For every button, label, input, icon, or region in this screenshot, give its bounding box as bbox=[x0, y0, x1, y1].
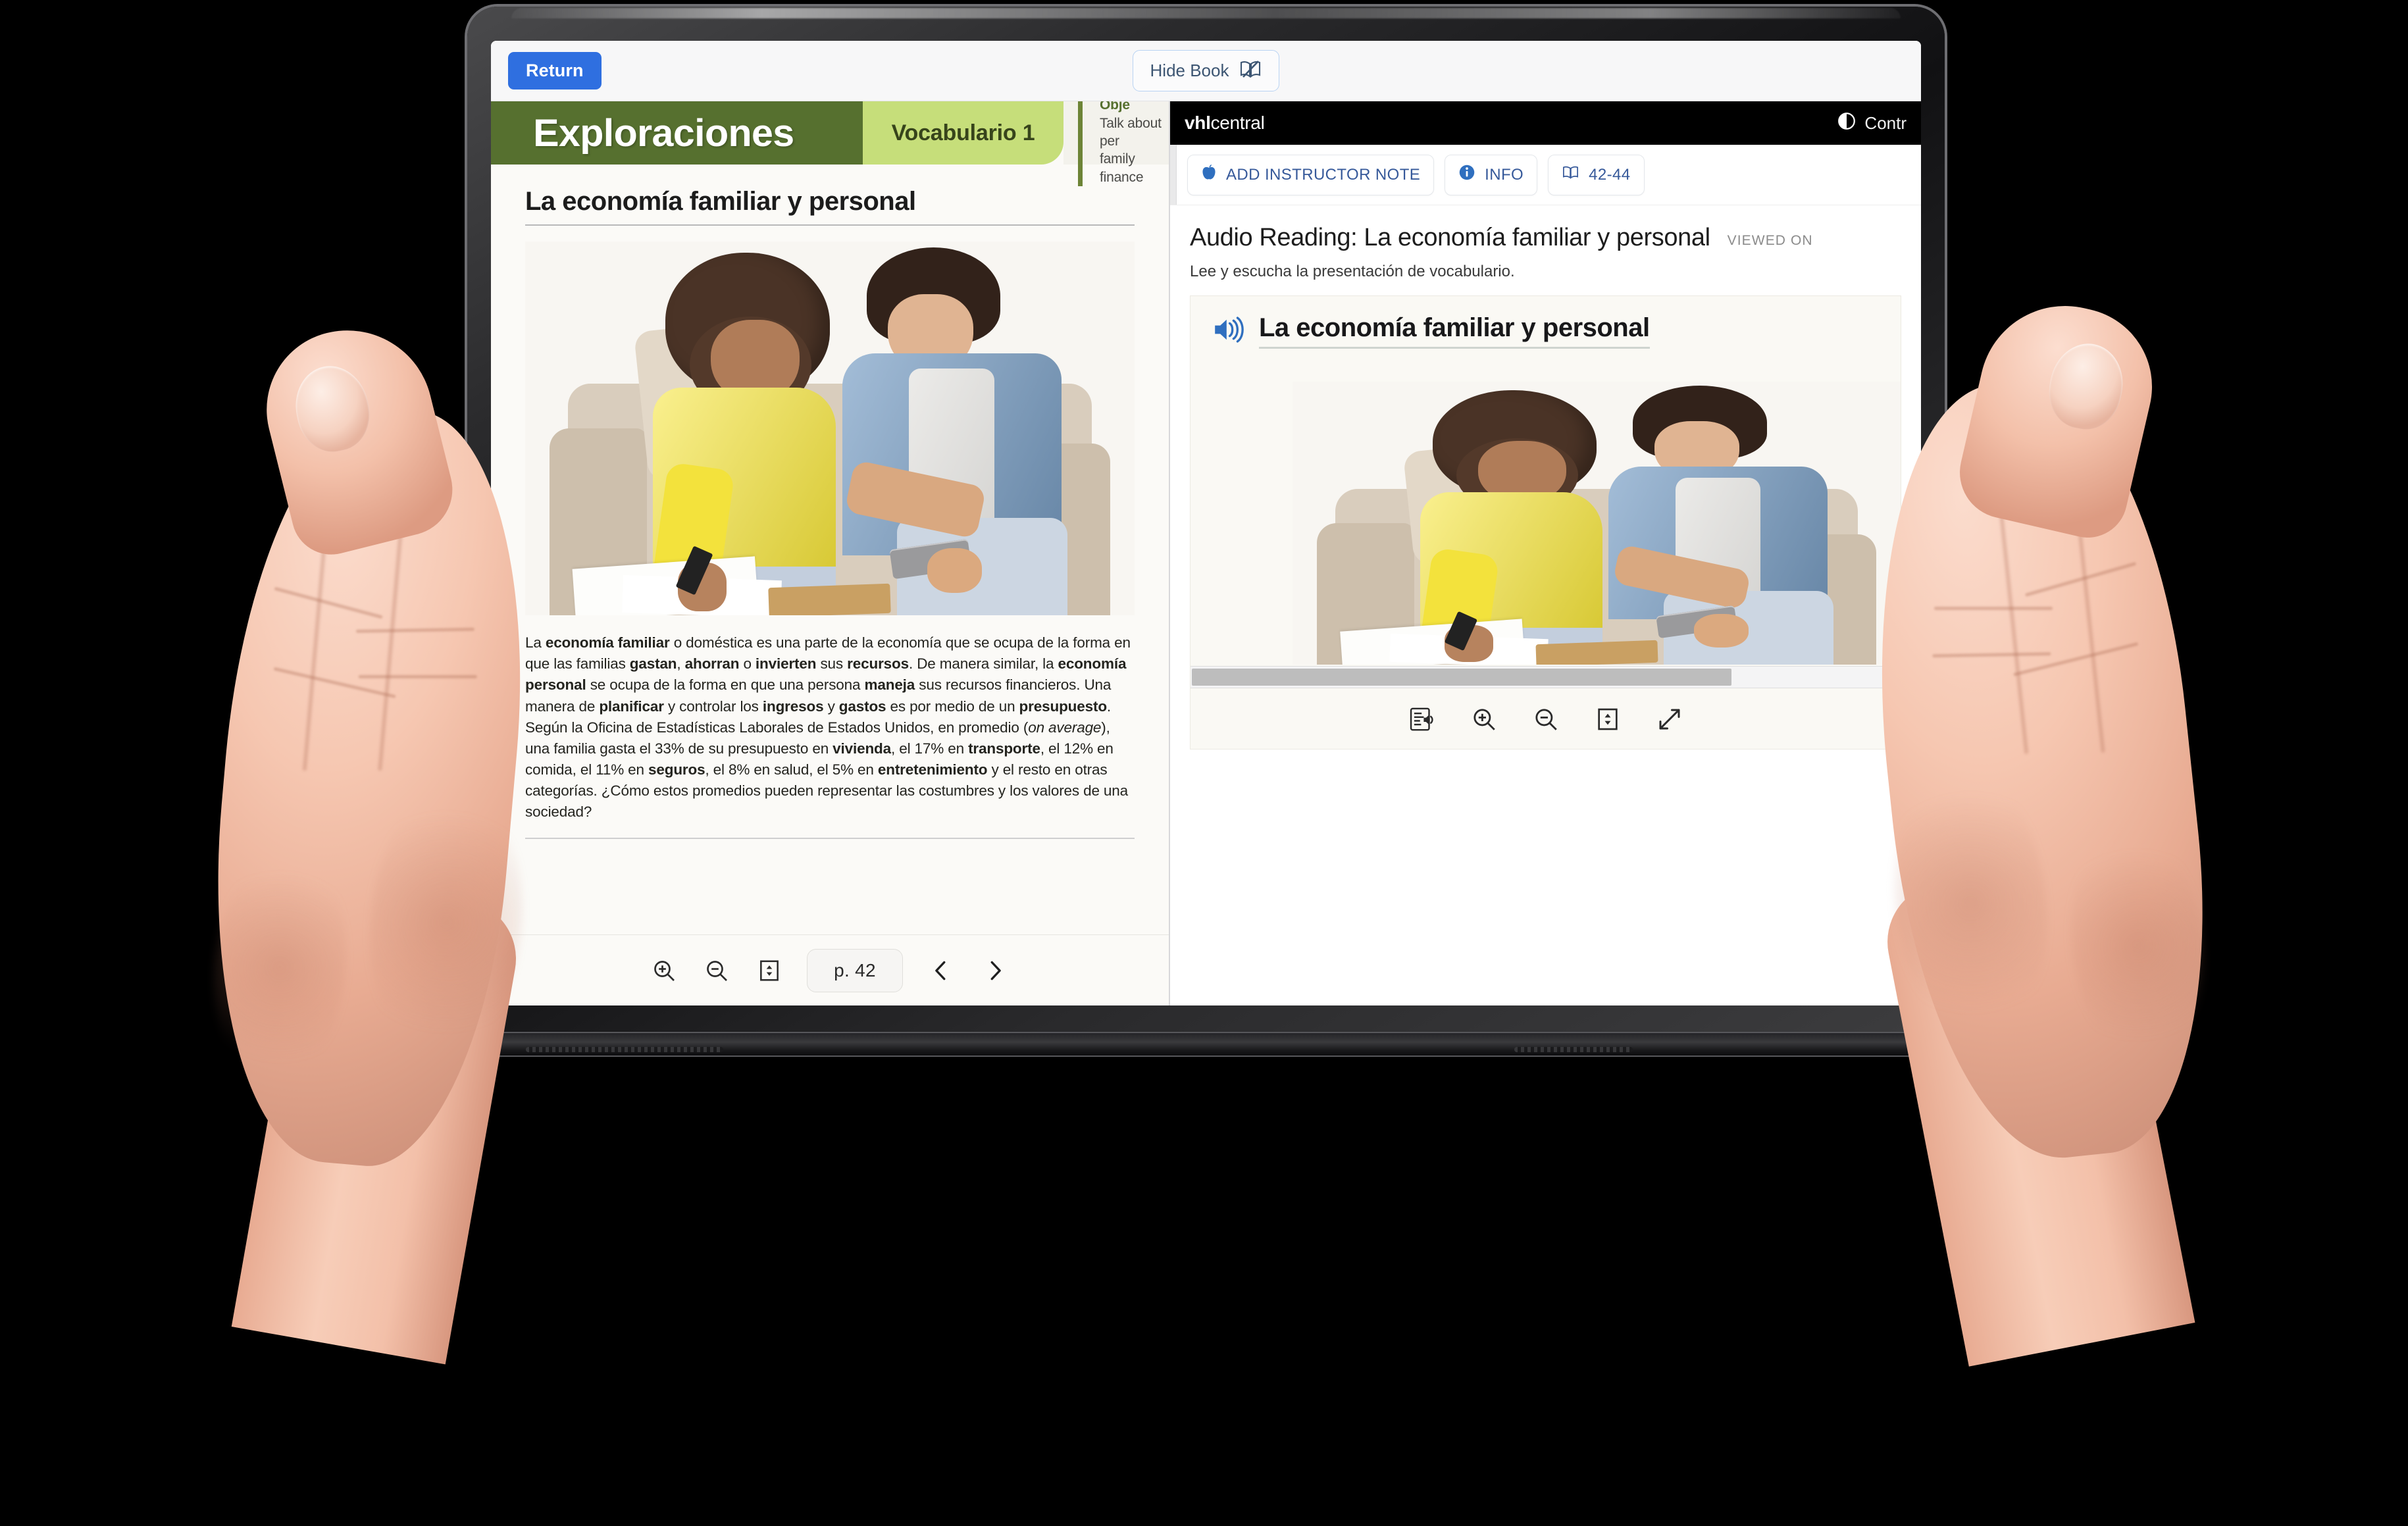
fit-height-icon[interactable] bbox=[1593, 704, 1623, 734]
add-instructor-note-button[interactable]: ADD INSTRUCTOR NOTE bbox=[1187, 154, 1435, 195]
page-divider-rule bbox=[525, 837, 1135, 839]
return-button[interactable]: Return bbox=[508, 52, 602, 89]
ebook-panel: Exploraciones Vocabulario 1 Learning Obj… bbox=[491, 101, 1170, 1005]
learning-objective-line-2: family finance bbox=[1100, 151, 1144, 185]
book-pages-icon bbox=[1562, 165, 1579, 185]
fit-height-icon[interactable] bbox=[754, 955, 784, 986]
speaker-grill-right bbox=[1514, 1047, 1633, 1052]
zoom-out-icon[interactable] bbox=[702, 955, 732, 986]
page-heading: La economía familiar y personal bbox=[525, 187, 1135, 226]
vhl-topbar: vhlcentral Contr bbox=[1170, 101, 1921, 145]
book-title: Exploraciones bbox=[533, 111, 794, 155]
contrast-control[interactable]: Contr bbox=[1837, 111, 1907, 136]
chapter-banner: Exploraciones Vocabulario 1 Learning Obj… bbox=[491, 101, 1169, 187]
speaker-grill-left bbox=[526, 1047, 723, 1052]
ebook-page[interactable]: Exploraciones Vocabulario 1 Learning Obj… bbox=[491, 101, 1169, 934]
audio-reading-title: La economía familiar y personal bbox=[1259, 313, 1650, 349]
hide-book-label: Hide Book bbox=[1150, 61, 1229, 80]
apple-icon bbox=[1201, 164, 1217, 186]
vertical-scrollbar[interactable] bbox=[1170, 145, 1177, 205]
logo-rest-part: central bbox=[1210, 113, 1265, 133]
activity-instruction: Lee y escucha la presentación de vocabul… bbox=[1190, 263, 1515, 280]
vhl-activity-content: Audio Reading: La economía familiar y pe… bbox=[1170, 205, 1921, 1005]
info-label: INFO bbox=[1485, 165, 1524, 184]
info-icon bbox=[1458, 164, 1475, 186]
audio-reading-photo bbox=[1293, 382, 1901, 665]
contrast-icon bbox=[1837, 111, 1857, 136]
activity-title: Audio Reading: La economía familiar y pe… bbox=[1190, 224, 1710, 251]
banner-objective-area: Learning Obje Talk about per family fina… bbox=[1063, 101, 1169, 187]
page-range-button[interactable]: 42-44 bbox=[1548, 154, 1645, 195]
ebook-photo bbox=[525, 242, 1135, 615]
vhlcentral-panel: vhlcentral Contr ADD INSTRUCTOR NOTE INF… bbox=[1170, 101, 1921, 1005]
page-number-field[interactable]: p. 42 bbox=[807, 948, 903, 992]
audio-reading-tools bbox=[1191, 690, 1901, 749]
audio-reading-card: La economía familiar y personal bbox=[1190, 295, 1901, 750]
banner-section-block: Vocabulario 1 bbox=[863, 101, 1063, 165]
chevron-left-icon[interactable] bbox=[925, 955, 957, 986]
banner-title-block: Exploraciones bbox=[491, 101, 863, 165]
app-toolbar: Return Hide Book bbox=[491, 41, 1921, 101]
zoom-out-icon[interactable] bbox=[1531, 704, 1561, 734]
expand-icon[interactable] bbox=[1654, 704, 1685, 734]
ebook-page-body: La economía familiar y personal bbox=[491, 165, 1169, 615]
tablet-screen: Return Hide Book Exploraciones Vocabular… bbox=[491, 41, 1921, 1005]
page-range-label: 42-44 bbox=[1589, 165, 1631, 184]
learning-objective-title: Learning Obje bbox=[1100, 101, 1130, 113]
hide-book-button[interactable]: Hide Book bbox=[1132, 50, 1280, 91]
horizontal-scrollbar[interactable]: ◀ bbox=[1191, 666, 1901, 688]
vhlcentral-logo[interactable]: vhlcentral bbox=[1185, 113, 1265, 134]
scrollbar-thumb[interactable] bbox=[1192, 669, 1732, 686]
section-label: Vocabulario 1 bbox=[891, 120, 1035, 145]
zoom-in-icon[interactable] bbox=[649, 955, 679, 986]
add-instructor-note-label: ADD INSTRUCTOR NOTE bbox=[1226, 165, 1421, 184]
chevron-right-icon[interactable] bbox=[979, 955, 1011, 986]
viewed-on-badge: VIEWED ON bbox=[1727, 233, 1813, 248]
tablet-bottom-edge bbox=[463, 1033, 1949, 1055]
speaker-wave-icon[interactable] bbox=[1213, 316, 1244, 347]
ebook-paragraph: La economía familiar o doméstica es una … bbox=[525, 634, 1131, 821]
ebook-toolbar: p. 42 bbox=[491, 934, 1169, 1005]
contrast-label: Contr bbox=[1864, 113, 1907, 133]
split-view: Exploraciones Vocabulario 1 Learning Obj… bbox=[491, 101, 1921, 1005]
zoom-in-icon[interactable] bbox=[1469, 704, 1499, 734]
audio-transcript-icon[interactable] bbox=[1407, 704, 1437, 734]
learning-objective-line-1: Talk about per bbox=[1100, 115, 1162, 149]
screenshot-stage: Return Hide Book Exploraciones Vocabular… bbox=[0, 0, 2408, 1526]
tablet-device: Return Hide Book Exploraciones Vocabular… bbox=[463, 7, 1949, 1055]
audio-reading-card-header: La economía familiar y personal bbox=[1191, 296, 1901, 355]
book-crossed-out-icon bbox=[1239, 59, 1262, 82]
learning-objective-block: Learning Obje Talk about per family fina… bbox=[1078, 101, 1169, 187]
activity-header: Audio Reading: La economía familiar y pe… bbox=[1190, 224, 1901, 252]
vhl-action-bar: ADD INSTRUCTOR NOTE INFO 42-44 bbox=[1170, 145, 1921, 205]
info-button[interactable]: INFO bbox=[1445, 154, 1538, 195]
logo-bold-part: vhl bbox=[1185, 113, 1211, 133]
